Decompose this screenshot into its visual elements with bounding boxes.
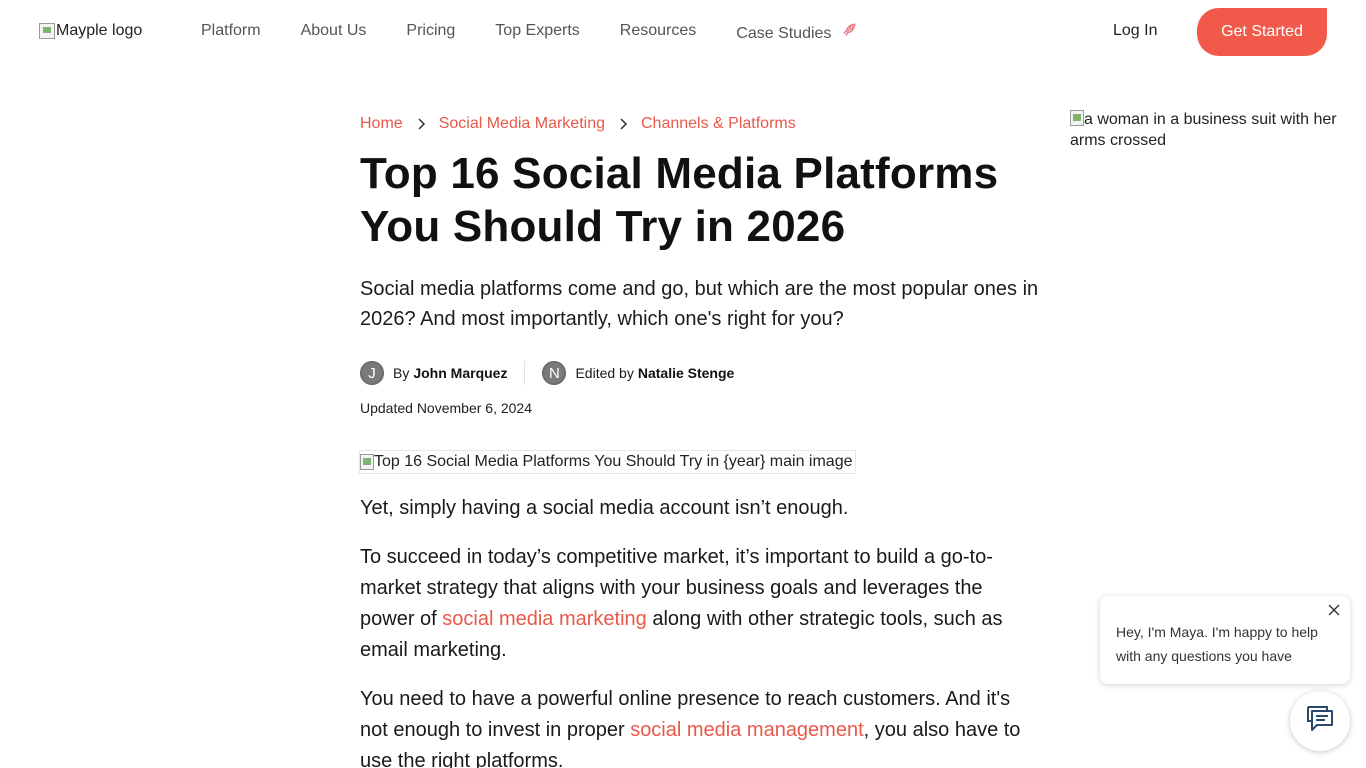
- editor-prefix: Edited by: [575, 365, 634, 381]
- nav-resources[interactable]: Resources: [620, 22, 696, 43]
- broken-image-icon: [360, 454, 374, 470]
- main-image-alt: Top 16 Social Media Platforms You Should…: [374, 453, 853, 470]
- sidebar-image-alt: a woman in a business suit with her arms…: [1070, 111, 1337, 149]
- chevron-right-icon: [605, 115, 641, 133]
- chat-launcher-button[interactable]: [1290, 691, 1350, 751]
- editor-name[interactable]: Natalie Stenge: [638, 365, 734, 381]
- mayple-logo[interactable]: Mayple logo: [39, 22, 142, 40]
- author-bar: J By John Marquez N Edited by Natalie St…: [360, 361, 1050, 385]
- author-avatar: J: [360, 361, 384, 385]
- author-name[interactable]: John Marquez: [413, 365, 507, 381]
- logo-alt-text: Mayple logo: [56, 22, 143, 39]
- paragraph-1: Yet, simply having a social media accoun…: [360, 497, 849, 519]
- sidebar-image: a woman in a business suit with her arms…: [1070, 109, 1350, 151]
- broken-image-icon: [1070, 110, 1084, 126]
- updated-date: Updated November 6, 2024: [360, 400, 532, 416]
- login-link[interactable]: Log In: [1113, 22, 1157, 40]
- chat-icon: [1305, 705, 1335, 738]
- nav-platform[interactable]: Platform: [201, 22, 261, 43]
- social-media-marketing-link[interactable]: social media marketing: [442, 608, 647, 630]
- nav-case-studies-label: Case Studies: [736, 25, 832, 42]
- nav-top-experts[interactable]: Top Experts: [495, 22, 579, 43]
- author-prefix: By: [393, 365, 410, 381]
- paragraph-2: To succeed in today’s competitive market…: [360, 542, 1020, 666]
- chat-message: Hey, I'm Maya. I'm happy to help with an…: [1116, 624, 1318, 664]
- chevron-right-icon: [403, 115, 439, 133]
- article-lead: Social media platforms come and go, but …: [360, 278, 1039, 330]
- close-icon[interactable]: [1326, 602, 1342, 618]
- social-media-management-link[interactable]: social media management: [630, 719, 863, 741]
- title-line-2: You Should Try in 2026: [360, 202, 846, 251]
- nav-case-studies[interactable]: Case Studies: [736, 22, 857, 43]
- main-nav: Platform About Us Pricing Top Experts Re…: [201, 22, 897, 43]
- main-image: Top 16 Social Media Platforms You Should…: [359, 450, 856, 474]
- chat-message-bubble[interactable]: Hey, I'm Maya. I'm happy to help with an…: [1100, 596, 1350, 684]
- breadcrumb-home[interactable]: Home: [360, 115, 403, 133]
- title-line-1: Top 16 Social Media Platforms: [360, 149, 999, 198]
- nav-pricing[interactable]: Pricing: [406, 22, 455, 43]
- get-started-button[interactable]: Get Started: [1197, 8, 1327, 56]
- nav-about-us[interactable]: About Us: [301, 22, 367, 43]
- author-divider: [524, 361, 526, 385]
- editor-avatar: N: [542, 361, 567, 385]
- breadcrumb-social-media-marketing[interactable]: Social Media Marketing: [439, 115, 605, 133]
- page-title: Top 16 Social Media Platforms You Should…: [360, 147, 1050, 253]
- breadcrumb: Home Social Media Marketing Channels & P…: [360, 114, 1050, 134]
- article: Home Social Media Marketing Channels & P…: [359, 114, 1050, 768]
- paragraph-3: You need to have a powerful online prese…: [360, 684, 1030, 768]
- breadcrumb-channels-platforms[interactable]: Channels & Platforms: [641, 115, 796, 133]
- rocket-icon: [837, 23, 857, 41]
- site-header: Mayple logo Platform About Us Pricing To…: [0, 0, 1366, 64]
- broken-image-icon: [39, 23, 55, 39]
